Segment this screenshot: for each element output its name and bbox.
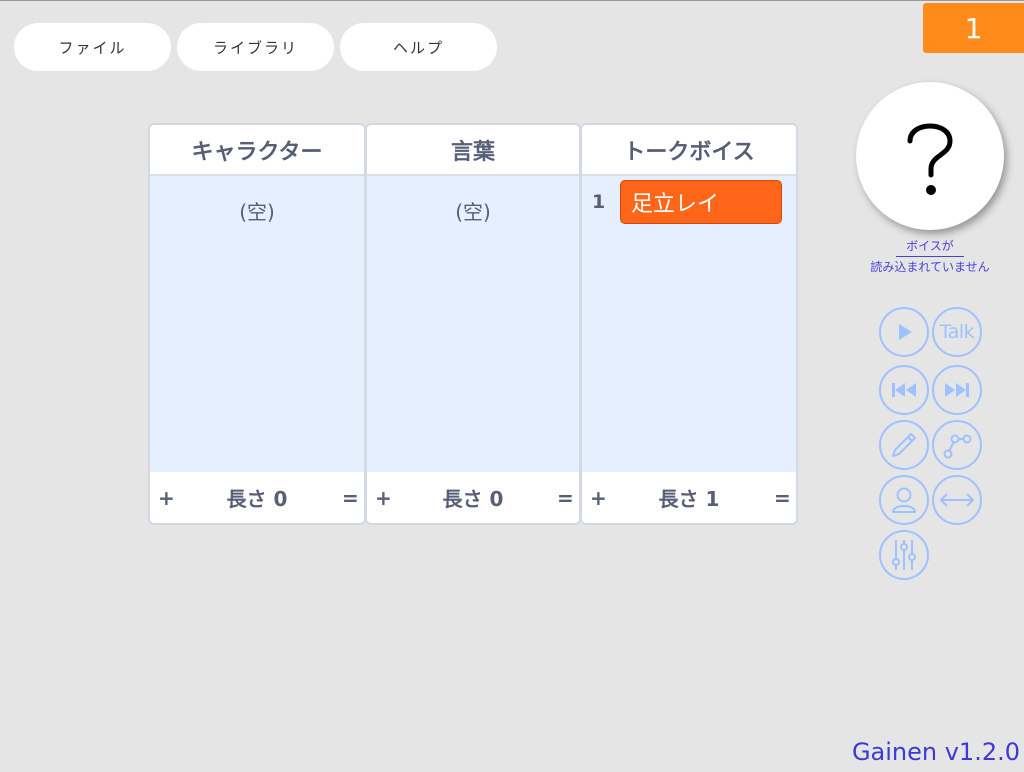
library-menu-label: ライブラリ — [212, 38, 298, 57]
talk-voice-header-label: トークボイス — [623, 139, 755, 165]
question-mark-icon — [907, 123, 953, 195]
library-menu-button[interactable]: ライブラリ — [177, 23, 334, 71]
word-add-button[interactable]: + — [375, 486, 392, 510]
fast-forward-icon — [945, 383, 969, 397]
character-equals-button[interactable]: = — [342, 486, 359, 510]
width-button[interactable] — [932, 475, 982, 525]
play-button[interactable] — [879, 307, 929, 357]
path-icon — [943, 434, 972, 459]
list-item: 1 足立レイ — [592, 179, 782, 225]
character-column: キャラクター (空) + 長さ 0 = — [148, 123, 366, 525]
character-list[interactable]: (空) — [150, 176, 364, 472]
character-column-footer: + 長さ 0 = — [150, 472, 364, 523]
voice-status-text: ボイスが 読み込まれていません — [840, 236, 1020, 277]
voice-status-line1: ボイスが — [896, 236, 964, 257]
word-length-label: 長さ 0 — [442, 487, 504, 511]
word-list[interactable]: (空) — [367, 176, 579, 472]
talk-voice-add-button[interactable]: + — [590, 486, 607, 510]
talk-button[interactable]: Talk — [932, 307, 982, 357]
word-empty-text: (空) — [455, 200, 491, 224]
talk-voice-equals-button[interactable]: = — [774, 486, 791, 510]
voice-block[interactable]: 足立レイ — [620, 180, 782, 224]
character-header-label: キャラクター — [191, 139, 323, 165]
person-icon — [892, 487, 916, 513]
counter-value: 1 — [964, 11, 983, 45]
fast-forward-button[interactable] — [932, 365, 982, 415]
counter-badge: 1 — [923, 3, 1024, 53]
edit-button[interactable] — [879, 420, 929, 470]
character-add-button[interactable]: + — [158, 486, 175, 510]
file-menu-button[interactable]: ファイル — [14, 23, 171, 71]
pencil-icon — [892, 433, 916, 457]
mixer-button[interactable] — [879, 530, 929, 580]
character-length-label: 長さ 0 — [226, 487, 288, 511]
word-header-label: 言葉 — [450, 139, 495, 165]
talk-button-label: Talk — [939, 321, 975, 343]
rewind-icon — [892, 383, 916, 397]
word-equals-button[interactable]: = — [557, 486, 574, 510]
word-column: 言葉 (空) + 長さ 0 = — [365, 123, 581, 525]
talk-voice-column: トークボイス 1 足立レイ + 長さ 1 = — [580, 123, 798, 525]
talk-voice-column-footer: + 長さ 1 = — [582, 472, 796, 523]
list-item-index: 1 — [592, 191, 606, 213]
version-label: Gainen v1.2.0 — [851, 738, 1020, 766]
path-button[interactable] — [932, 420, 982, 470]
sliders-icon — [892, 540, 916, 570]
character-empty-text: (空) — [239, 200, 275, 224]
talk-voice-length-label: 長さ 1 — [658, 487, 720, 511]
help-menu-button[interactable]: ヘルプ — [340, 23, 497, 71]
character-button[interactable] — [879, 475, 929, 525]
voice-status-line2: 読み込まれていません — [870, 260, 990, 274]
word-column-footer: + 長さ 0 = — [367, 472, 579, 523]
double-arrow-icon — [939, 493, 975, 507]
play-icon — [899, 324, 912, 340]
talk-voice-list[interactable]: 1 足立レイ — [582, 176, 796, 472]
word-column-header: 言葉 — [367, 125, 579, 176]
file-menu-label: ファイル — [58, 38, 127, 57]
character-column-header: キャラクター — [150, 125, 364, 176]
help-menu-label: ヘルプ — [392, 38, 444, 57]
voice-block-label: 足立レイ — [631, 192, 720, 217]
top-border — [0, 0, 1024, 1]
rewind-button[interactable] — [879, 365, 929, 415]
talk-voice-column-header: トークボイス — [582, 125, 796, 176]
voice-status-button[interactable] — [856, 82, 1004, 230]
